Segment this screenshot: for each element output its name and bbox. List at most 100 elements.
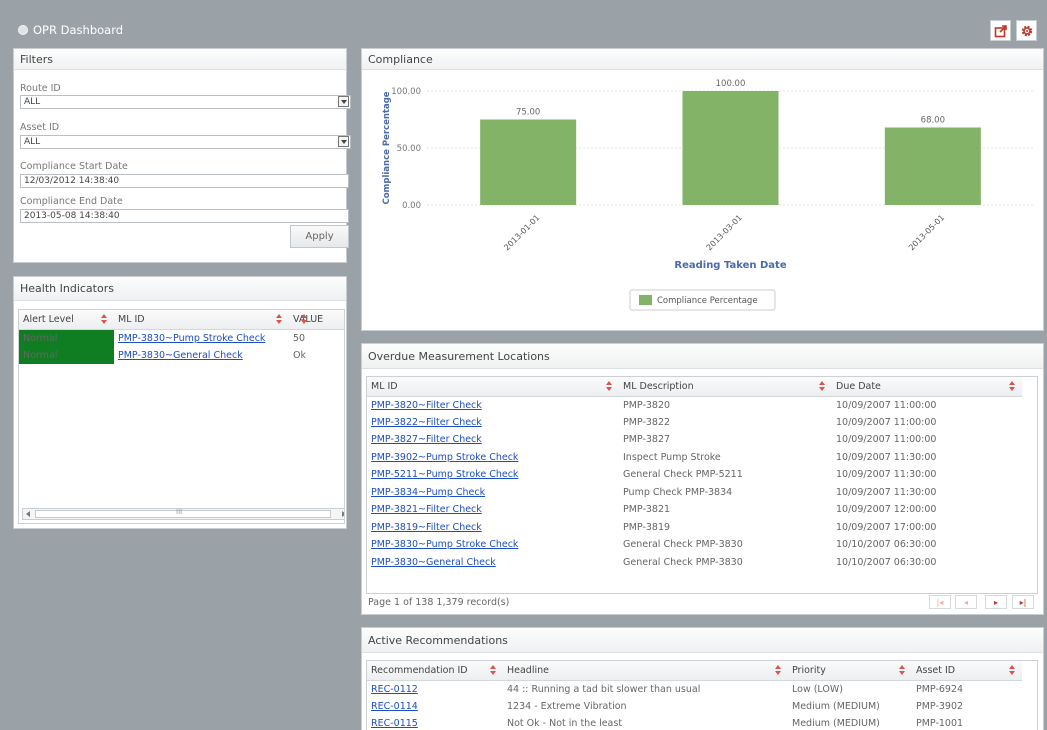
ml-id-link[interactable]: PMP-3819~Filter Check [371, 522, 482, 533]
overdue-panel: Overdue Measurement Locations ML ID ML D… [361, 343, 1044, 615]
chevron-down-icon[interactable] [338, 96, 349, 107]
due-date-cell: 10/09/2007 17:00:00 [836, 521, 937, 533]
ml-id-link[interactable]: PMP-3822~Filter Check [371, 417, 482, 428]
sort-icon[interactable] [606, 381, 613, 391]
table-row: PMP-3820~Filter Check PMP-3820 10/09/2007 … [367, 396, 1022, 414]
col-value[interactable]: VALUE [289, 310, 344, 330]
sort-icon[interactable] [775, 665, 782, 675]
start-date-input[interactable]: 12/03/2012 14:38:40 [20, 174, 349, 188]
col-alert-level[interactable]: Alert Level [19, 310, 114, 330]
table-row: PMP-3830~Pump Stroke Check General Check … [367, 536, 1022, 554]
recommendation-id-link[interactable]: REC-0112 [371, 684, 418, 695]
ml-id-link[interactable]: PMP-3830~Pump Stroke Check [118, 333, 265, 344]
first-page-icon: |◂ [936, 597, 944, 607]
legend-swatch [639, 295, 652, 305]
health-grid: Alert Level ML ID VALUE Normal PMP-3830~… [18, 309, 345, 524]
next-page-icon: ▸ [993, 597, 998, 607]
ml-id-link[interactable]: PMP-3830~General Check [371, 557, 496, 568]
col-asset-id[interactable]: Asset ID [912, 661, 1022, 681]
col-due-date[interactable]: Due Date [832, 377, 1022, 397]
ml-id-link[interactable]: PMP-5211~Pump Stroke Check [371, 469, 518, 480]
horizontal-scrollbar[interactable]: III [22, 508, 344, 520]
filters-title: Filters [14, 49, 346, 70]
app-title: OPR Dashboard [33, 23, 124, 37]
col-ml-id[interactable]: ML ID [367, 377, 619, 397]
end-date-label: Compliance End Date [20, 196, 123, 207]
recommendation-id-link[interactable]: REC-0115 [371, 718, 418, 729]
col-headline[interactable]: Headline [503, 661, 788, 681]
sort-icon[interactable] [819, 381, 826, 391]
sort-icon[interactable] [101, 314, 108, 324]
data-label: 68.00 [921, 115, 945, 125]
due-date-cell: 10/09/2007 11:00:00 [836, 434, 937, 446]
asset-id-value: ALL [24, 137, 41, 147]
table-row: Normal PMP-3830~Pump Stroke Check 50 [19, 329, 344, 347]
headline-cell: 44 :: Running a tad bit slower than usua… [507, 683, 701, 695]
ml-description-cell: PMP-3819 [623, 521, 671, 533]
filters-panel: Filters Route ID ALL Asset ID ALL Compli… [13, 48, 351, 263]
asset-id-select[interactable]: ALL [20, 135, 351, 149]
bar [682, 91, 779, 205]
sort-icon[interactable] [490, 665, 497, 675]
top-bar: OPR Dashboard [0, 0, 1047, 46]
legend-label: Compliance Percentage [657, 296, 758, 306]
ml-id-link[interactable]: PMP-3821~Filter Check [371, 504, 482, 515]
prev-page-button[interactable]: ◂ [955, 595, 977, 609]
col-ml-id[interactable]: ML ID [114, 310, 289, 330]
ml-description-cell: PMP-3820 [623, 399, 671, 411]
route-id-label: Route ID [20, 83, 61, 94]
recommendations-grid: Recommendation ID Headline Priority Asse… [366, 660, 1038, 730]
sort-icon[interactable] [1009, 665, 1016, 675]
data-label: 75.00 [516, 108, 540, 118]
apply-button[interactable]: Apply [290, 225, 349, 248]
scroll-thumb[interactable]: III [35, 508, 331, 518]
end-date-input[interactable]: 2013-05-08 14:38:40 [20, 209, 349, 223]
scroll-right-icon[interactable] [342, 511, 344, 517]
alert-level-cell: Normal [19, 346, 114, 364]
ml-description-cell: PMP-3827 [623, 434, 671, 446]
y-tick-label: 50.00 [397, 144, 421, 154]
export-button[interactable] [990, 20, 1011, 41]
x-tick-label: 2013-03-01 [705, 213, 744, 252]
chevron-down-icon[interactable] [338, 136, 349, 147]
table-row: PMP-3834~Pump Check Pump Check PMP-3834 10… [367, 484, 1022, 502]
table-row: PMP-3821~Filter Check PMP-3821 10/09/2007 … [367, 501, 1022, 519]
settings-button[interactable] [1016, 20, 1037, 41]
col-priority[interactable]: Priority [788, 661, 912, 681]
table-row: PMP-3819~Filter Check PMP-3819 10/09/2007 … [367, 519, 1022, 537]
ml-description-cell: Pump Check PMP-3834 [623, 486, 733, 498]
next-page-button[interactable]: ▸ [985, 595, 1007, 609]
priority-cell: Medium (MEDIUM) [792, 718, 880, 730]
gear-icon [1021, 25, 1032, 36]
ml-id-link[interactable]: PMP-3830~General Check [118, 350, 243, 361]
col-recommendation-id[interactable]: Recommendation ID [367, 661, 503, 681]
scroll-left-icon[interactable] [26, 511, 30, 517]
ml-id-link[interactable]: PMP-3834~Pump Check [371, 487, 485, 498]
recommendation-id-link[interactable]: REC-0114 [371, 701, 418, 712]
ml-id-link[interactable]: PMP-3820~Filter Check [371, 400, 482, 411]
table-row: Normal PMP-3830~General Check Ok [19, 346, 344, 364]
last-page-button[interactable]: ▸| [1012, 595, 1034, 609]
due-date-cell: 10/10/2007 06:30:00 [836, 556, 937, 568]
ml-description-cell: Inspect Pump Stroke [623, 451, 721, 463]
table-row: PMP-3822~Filter Check PMP-3822 10/09/2007 … [367, 414, 1022, 432]
due-date-cell: 10/09/2007 11:30:00 [836, 469, 937, 481]
health-panel: Health Indicators Alert Level ML ID VALU… [13, 276, 347, 529]
ml-id-link[interactable]: PMP-3830~Pump Stroke Check [371, 539, 518, 550]
sort-icon[interactable] [899, 665, 906, 675]
ml-description-cell: General Check PMP-5211 [623, 469, 743, 481]
sort-icon[interactable] [276, 314, 283, 324]
compliance-panel: Compliance 100.00 50.00 0.00 Compliance Per… [361, 48, 1044, 331]
headline-cell: 1234 - Extreme Vibration [507, 700, 627, 712]
col-ml-description[interactable]: ML Description [619, 377, 832, 397]
route-id-value: ALL [24, 97, 41, 107]
asset-id-cell: PMP-1001 [916, 718, 964, 730]
ml-id-link[interactable]: PMP-3827~Filter Check [371, 434, 482, 445]
prev-page-icon: ◂ [963, 597, 968, 607]
sort-icon[interactable] [1009, 381, 1016, 391]
ml-id-link[interactable]: PMP-3902~Pump Stroke Check [371, 452, 518, 463]
value-cell: Ok [293, 349, 306, 361]
first-page-button[interactable]: |◂ [929, 595, 951, 609]
sort-icon[interactable] [301, 314, 308, 324]
route-id-select[interactable]: ALL [20, 95, 351, 109]
